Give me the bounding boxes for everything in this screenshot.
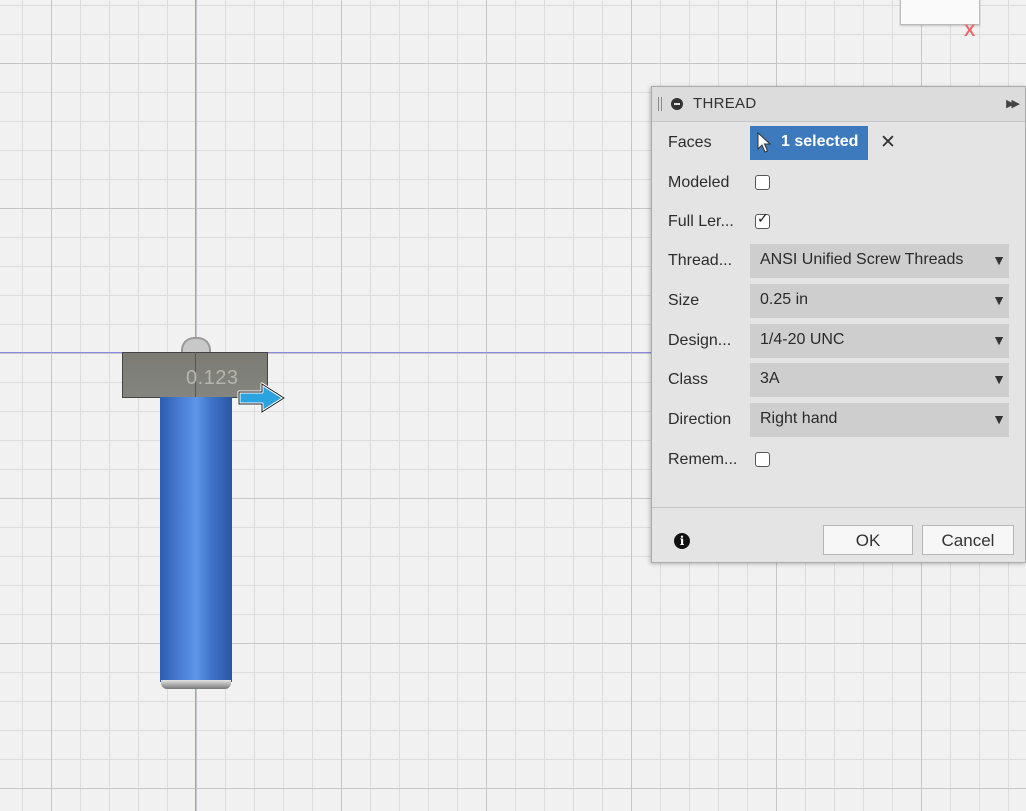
designation-dropdown[interactable]: 1/4-20 UNC ▼ <box>750 324 1009 358</box>
remember-checkbox[interactable] <box>755 452 770 467</box>
size-value: 0.25 in <box>760 291 809 308</box>
direction-dropdown[interactable]: Right hand ▼ <box>750 403 1009 437</box>
chevron-down-icon: ▼ <box>992 371 1006 387</box>
arrow-right-icon[interactable] <box>236 381 288 415</box>
class-dropdown[interactable]: 3A ▼ <box>750 363 1009 397</box>
dialog-title: THREAD <box>693 95 757 112</box>
thread-type-value: ANSI Unified Screw Threads <box>760 251 964 268</box>
rod-end-chamfer <box>161 680 231 689</box>
thread-type-dropdown[interactable]: ANSI Unified Screw Threads ▼ <box>750 244 1009 278</box>
full-length-label: Full Ler... <box>668 213 734 230</box>
modeled-label: Modeled <box>668 174 730 191</box>
direction-value: Right hand <box>760 410 838 427</box>
faces-selection-text: 1 selected <box>781 133 859 150</box>
size-dropdown[interactable]: 0.25 in ▼ <box>750 284 1009 318</box>
info-icon[interactable]: i <box>674 533 690 549</box>
cancel-button[interactable]: Cancel <box>922 525 1014 555</box>
class-label: Class <box>668 371 709 388</box>
dimension-value[interactable]: 0.123 <box>186 367 239 390</box>
faces-label: Faces <box>668 134 712 151</box>
chevron-down-icon: ▼ <box>992 332 1006 348</box>
dialog-header[interactable]: THREAD ▶▶ <box>652 87 1025 122</box>
chevron-down-icon: ▼ <box>992 292 1006 308</box>
remember-label: Remem... <box>668 451 738 468</box>
ok-button[interactable]: OK <box>823 525 913 555</box>
thread-dialog: THREAD ▶▶ Faces 1 selected ✕ Modeled Ful… <box>651 86 1026 563</box>
modeled-checkbox[interactable] <box>755 175 770 190</box>
drag-grip-icon[interactable] <box>658 97 662 111</box>
collapse-icon[interactable] <box>671 98 683 110</box>
thread-type-label: Thread... <box>668 252 733 269</box>
threaded-rod[interactable] <box>160 397 232 682</box>
faces-selection-button[interactable]: 1 selected <box>750 126 868 160</box>
expand-icon[interactable]: ▶▶ <box>1006 97 1020 110</box>
full-length-checkbox[interactable]: ✓ <box>755 210 770 229</box>
dialog-footer: i OK Cancel <box>652 507 1025 563</box>
designation-value: 1/4-20 UNC <box>760 331 845 348</box>
cursor-icon <box>757 132 772 153</box>
clear-selection-icon[interactable]: ✕ <box>880 131 896 154</box>
chevron-down-icon: ▼ <box>992 252 1006 268</box>
size-label: Size <box>668 292 700 309</box>
designation-label: Design... <box>668 332 732 349</box>
view-cube-x-axis-icon: X <box>964 21 976 40</box>
chevron-down-icon: ▼ <box>992 411 1006 427</box>
direction-label: Direction <box>668 411 732 428</box>
check-icon: ✓ <box>757 210 769 226</box>
class-value: 3A <box>760 370 780 387</box>
